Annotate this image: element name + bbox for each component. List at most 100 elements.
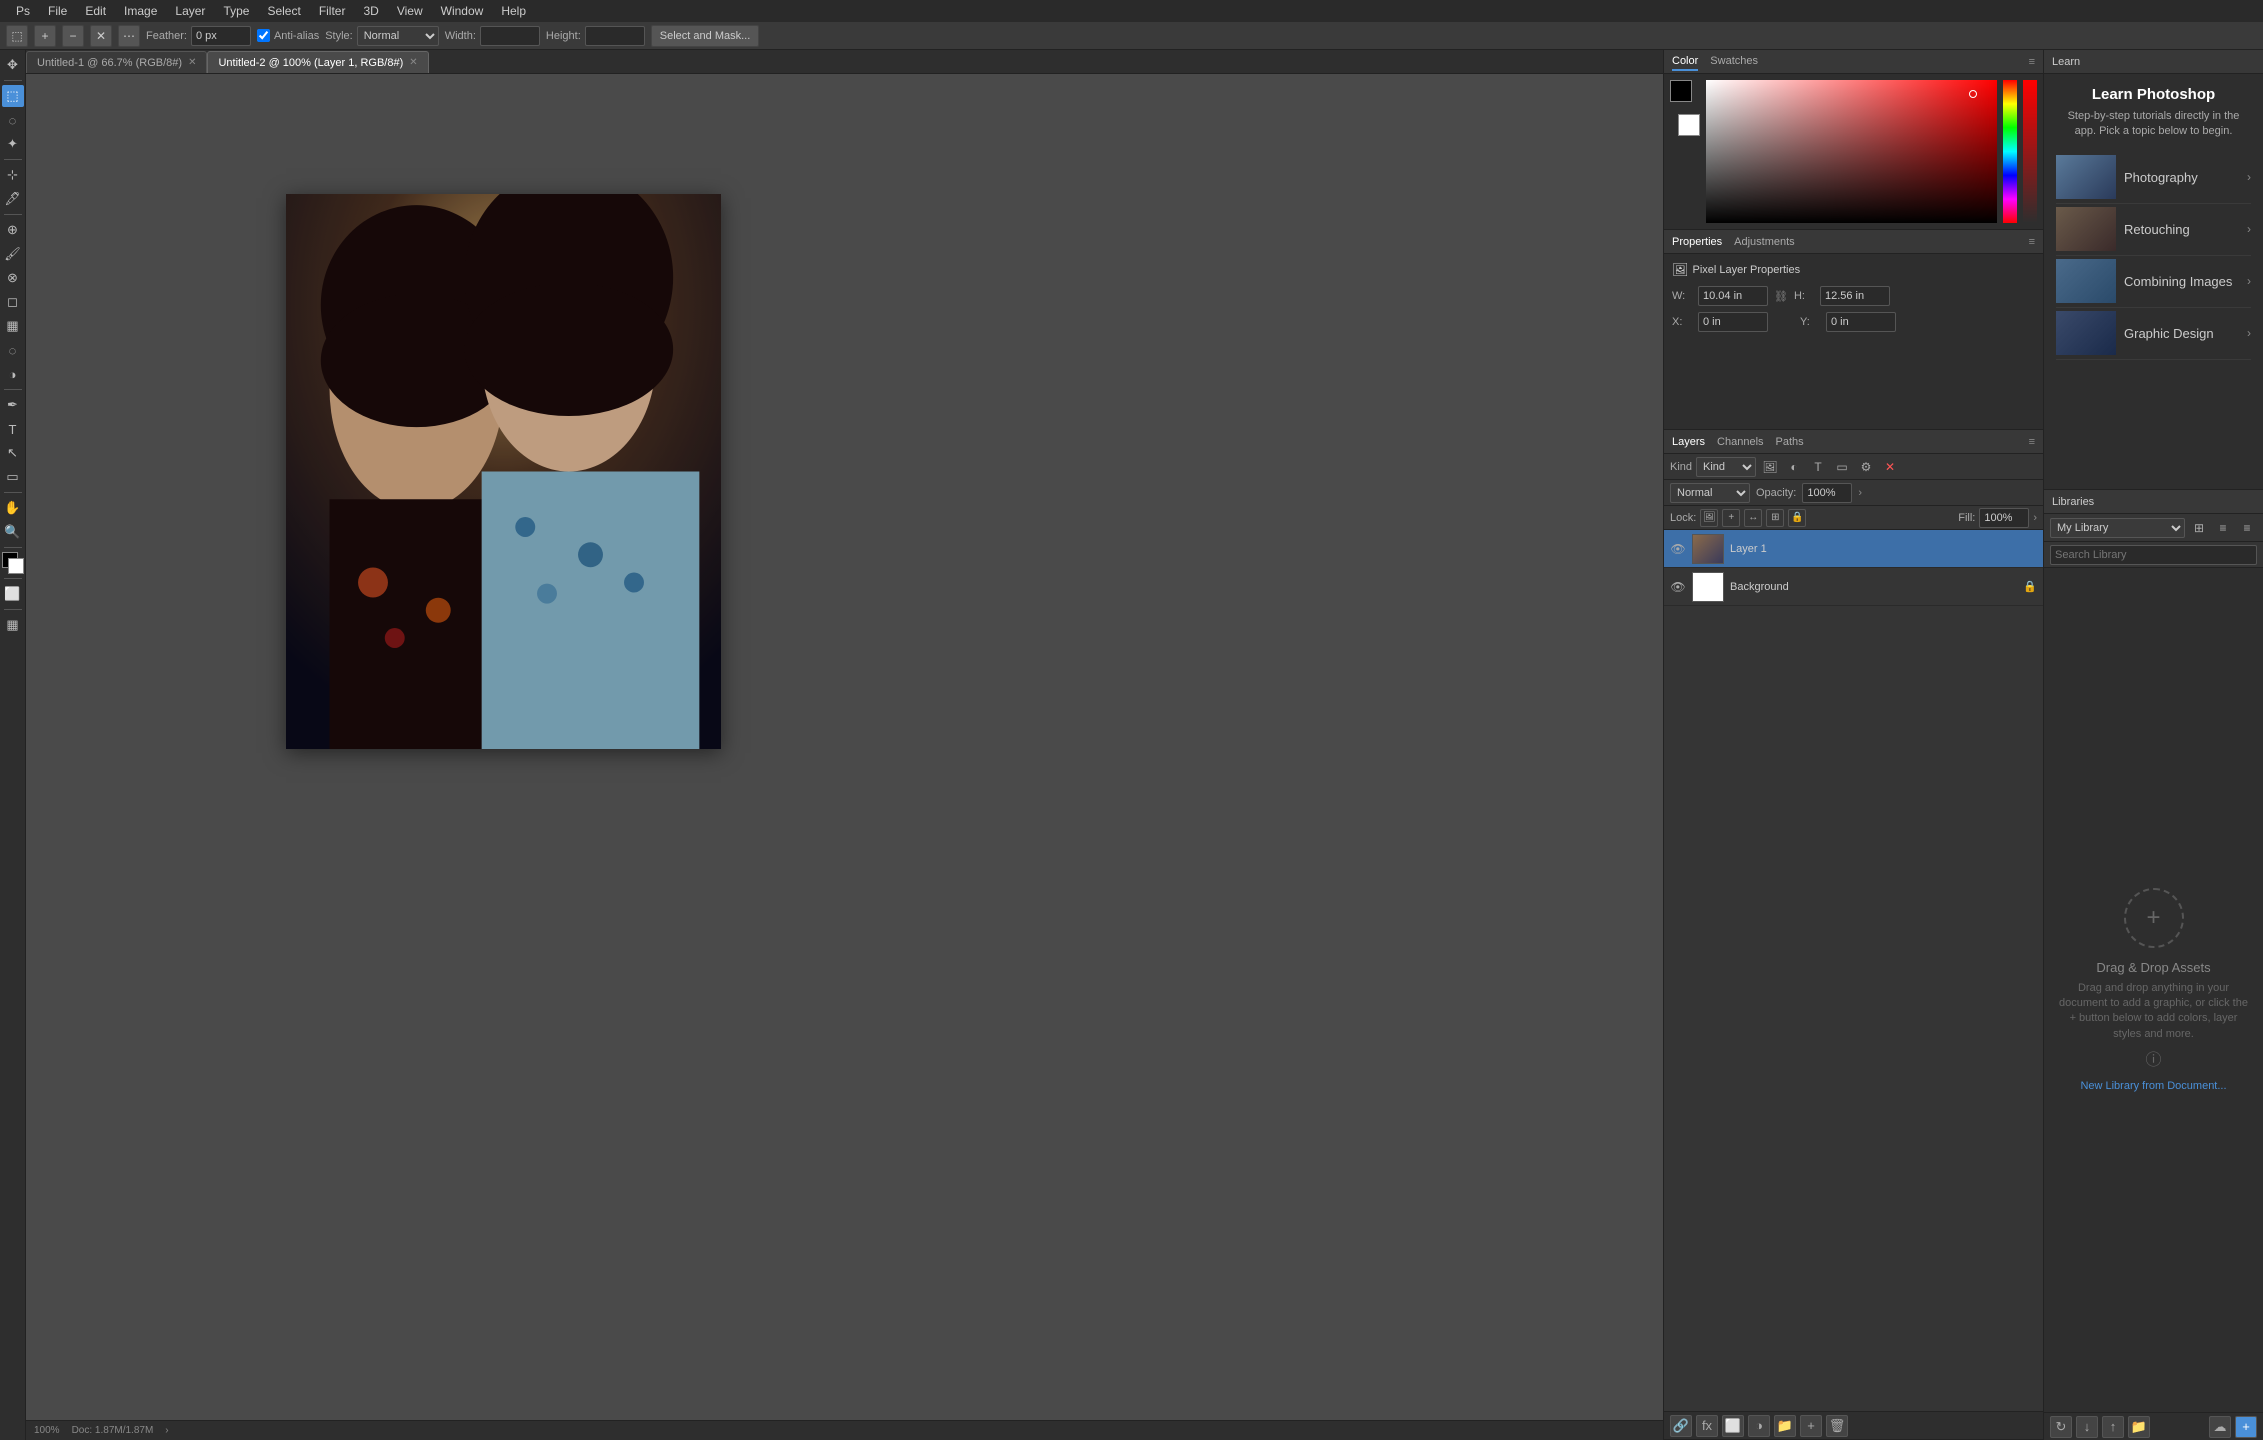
quick-mask-tool[interactable]: ⬜ xyxy=(2,583,24,605)
toolbar-tool-icon[interactable]: ⬚ xyxy=(6,25,28,47)
select-mask-btn[interactable]: Select and Mask... xyxy=(651,25,760,47)
background-color[interactable] xyxy=(8,558,24,574)
filter-smart-btn[interactable]: ⚙ xyxy=(1856,457,1876,477)
library-folder-btn[interactable]: 📁 xyxy=(2128,1416,2150,1438)
filter-shape-btn[interactable]: ▭ xyxy=(1832,457,1852,477)
lock-position-btn[interactable]: ↔ xyxy=(1744,509,1762,527)
zoom-tool[interactable]: 🔍 xyxy=(2,521,24,543)
blur-tool[interactable]: ◌ xyxy=(2,339,24,361)
menu-layer[interactable]: Layer xyxy=(167,2,213,20)
move-tool[interactable]: ✥ xyxy=(2,54,24,76)
dodge-tool[interactable]: ◑ xyxy=(2,363,24,385)
library-grid-view-btn[interactable]: ⊞ xyxy=(2189,518,2209,538)
learn-item-photography[interactable]: Photography › xyxy=(2056,152,2251,204)
menu-filter[interactable]: Filter xyxy=(311,2,354,20)
toolbar-add-icon[interactable]: + xyxy=(34,25,56,47)
properties-panel-menu-icon[interactable]: ≡ xyxy=(2029,236,2035,248)
menu-window[interactable]: Window xyxy=(433,2,492,20)
menu-3d[interactable]: 3D xyxy=(355,2,386,20)
tab-2-close[interactable]: ✕ xyxy=(409,57,417,68)
info-icon[interactable]: ⓘ xyxy=(2145,1050,2161,1072)
y-property-input[interactable] xyxy=(1826,312,1896,332)
menu-type[interactable]: Type xyxy=(215,2,257,20)
tab-swatches[interactable]: Swatches xyxy=(1710,53,1758,71)
lasso-tool[interactable]: ◌ xyxy=(2,109,24,131)
fill-arrow[interactable]: › xyxy=(2033,512,2037,524)
tab-untitled-2[interactable]: Untitled-2 @ 100% (Layer 1, RGB/8#) ✕ xyxy=(207,51,428,73)
menu-help[interactable]: Help xyxy=(493,2,534,20)
color-spectrum[interactable] xyxy=(1706,80,1997,223)
quick-select-tool[interactable]: ✦ xyxy=(2,133,24,155)
tab-layers[interactable]: Layers xyxy=(1672,436,1705,448)
screen-mode-tool[interactable]: ▦ xyxy=(2,614,24,636)
toolbar-options-icon[interactable]: ⋯ xyxy=(118,25,140,47)
shape-tool[interactable]: ▭ xyxy=(2,466,24,488)
lock-pixel-btn[interactable]: 🖼 xyxy=(1700,509,1718,527)
layer-fx-btn[interactable]: fx xyxy=(1696,1415,1718,1437)
tab-1-close[interactable]: ✕ xyxy=(188,57,196,68)
menu-image[interactable]: Image xyxy=(116,2,165,20)
library-export-btn[interactable]: ↑ xyxy=(2102,1416,2124,1438)
menu-view[interactable]: View xyxy=(389,2,431,20)
layer-delete-btn[interactable]: 🗑 xyxy=(1826,1415,1848,1437)
alpha-strip[interactable] xyxy=(2023,80,2037,223)
brush-tool[interactable]: 🖌 xyxy=(2,243,24,265)
toolbar-subtract-icon[interactable]: − xyxy=(62,25,84,47)
x-property-input[interactable] xyxy=(1698,312,1768,332)
layer-1-visibility[interactable]: 👁 xyxy=(1670,541,1686,557)
path-select-tool[interactable]: ↖ xyxy=(2,442,24,464)
learn-item-graphic-design[interactable]: Graphic Design › xyxy=(2056,308,2251,360)
learn-item-retouching[interactable]: Retouching › xyxy=(2056,204,2251,256)
pen-tool[interactable]: ✒ xyxy=(2,394,24,416)
menu-edit[interactable]: Edit xyxy=(77,2,114,20)
filter-type-btn[interactable]: T xyxy=(1808,457,1828,477)
filter-clear-btn[interactable]: ✕ xyxy=(1880,457,1900,477)
text-tool[interactable]: T xyxy=(2,418,24,440)
hand-tool[interactable]: ✋ xyxy=(2,497,24,519)
color-swatch[interactable] xyxy=(2,552,24,574)
menu-select[interactable]: Select xyxy=(259,2,308,20)
feather-input[interactable] xyxy=(191,26,251,46)
tab-color[interactable]: Color xyxy=(1672,53,1698,71)
blend-mode-select[interactable]: Normal xyxy=(1670,483,1750,503)
color-panel-menu-icon[interactable]: ≡ xyxy=(2029,56,2035,68)
gradient-tool[interactable]: ▦ xyxy=(2,315,24,337)
library-import-btn[interactable]: ↓ xyxy=(2076,1416,2098,1438)
library-list-view-btn[interactable]: ≡ xyxy=(2213,518,2233,538)
antialias-checkbox[interactable] xyxy=(257,29,270,42)
filter-pixel-btn[interactable]: 🖼 xyxy=(1760,457,1780,477)
lock-all-btn[interactable]: 🔒 xyxy=(1788,509,1806,527)
library-menu-btn[interactable]: ≡ xyxy=(2237,518,2257,538)
layer-mask-btn[interactable]: ⬜ xyxy=(1722,1415,1744,1437)
tab-adjustments[interactable]: Adjustments xyxy=(1734,236,1795,248)
layer-link-btn[interactable]: 🔗 xyxy=(1670,1415,1692,1437)
style-select[interactable]: Normal Fixed Ratio Fixed Size xyxy=(357,26,439,46)
layer-row-background[interactable]: 👁 Background 🔒 xyxy=(1664,568,2043,606)
new-library-link[interactable]: New Library from Document... xyxy=(2080,1080,2226,1092)
height-property-input[interactable] xyxy=(1820,286,1890,306)
opacity-input[interactable] xyxy=(1802,483,1852,503)
filter-adjust-btn[interactable]: ◐ xyxy=(1784,457,1804,477)
layers-panel-menu-icon[interactable]: ≡ xyxy=(2029,436,2035,448)
crop-tool[interactable]: ⊹ xyxy=(2,164,24,186)
background-swatch[interactable] xyxy=(1678,114,1700,136)
tab-paths[interactable]: Paths xyxy=(1776,436,1804,448)
layer-row-1[interactable]: 👁 Layer 1 xyxy=(1664,530,2043,568)
width-input[interactable] xyxy=(480,26,540,46)
library-cloud-btn[interactable]: ☁ xyxy=(2209,1416,2231,1438)
heal-tool[interactable]: ⊕ xyxy=(2,219,24,241)
lock-artboard-btn[interactable]: ⊞ xyxy=(1766,509,1784,527)
hue-strip[interactable] xyxy=(2003,80,2017,223)
layer-adjustment-btn[interactable]: ◑ xyxy=(1748,1415,1770,1437)
library-select[interactable]: My Library xyxy=(2050,518,2185,538)
link-icon[interactable]: ⛓ xyxy=(1774,290,1788,303)
opacity-arrow[interactable]: › xyxy=(1858,487,1862,499)
foreground-swatch[interactable] xyxy=(1670,80,1692,102)
tab-channels[interactable]: Channels xyxy=(1717,436,1763,448)
lock-gradient-btn[interactable]: + xyxy=(1722,509,1740,527)
width-property-input[interactable] xyxy=(1698,286,1768,306)
library-add-btn[interactable]: + xyxy=(2235,1416,2257,1438)
layer-new-btn[interactable]: + xyxy=(1800,1415,1822,1437)
height-input[interactable] xyxy=(585,26,645,46)
tab-untitled-1[interactable]: Untitled-1 @ 66.7% (RGB/8#) ✕ xyxy=(26,51,207,73)
